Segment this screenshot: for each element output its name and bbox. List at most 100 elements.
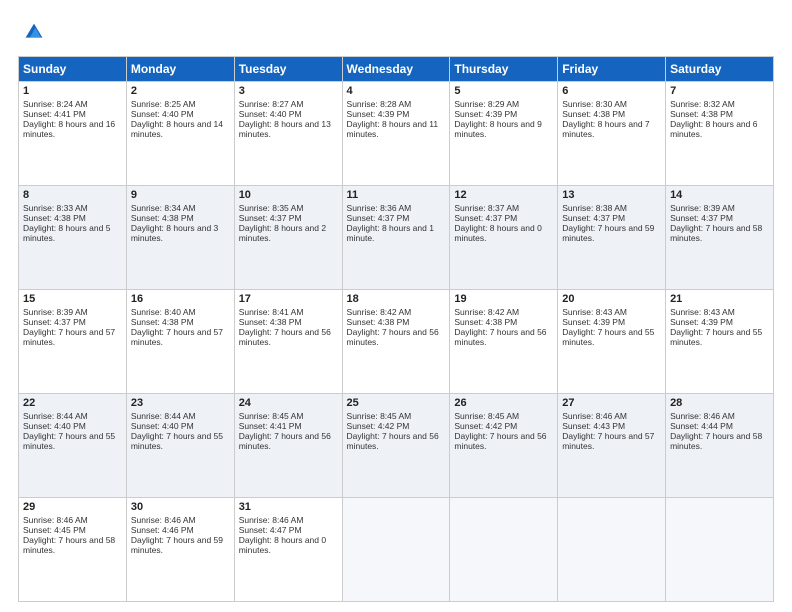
daylight: Daylight: 7 hours and 57 minutes.	[562, 431, 654, 451]
day-number: 13	[562, 189, 661, 201]
day-number: 29	[23, 501, 122, 513]
sunrise: Sunrise: 8:27 AM	[239, 99, 304, 109]
daylight: Daylight: 7 hours and 56 minutes.	[454, 431, 546, 451]
calendar-cell: 25Sunrise: 8:45 AMSunset: 4:42 PMDayligh…	[342, 394, 450, 498]
header	[18, 18, 774, 46]
sunrise: Sunrise: 8:42 AM	[454, 307, 519, 317]
day-number: 2	[131, 85, 230, 97]
day-number: 15	[23, 293, 122, 305]
sunset: Sunset: 4:40 PM	[23, 421, 86, 431]
calendar-cell: 14Sunrise: 8:39 AMSunset: 4:37 PMDayligh…	[666, 186, 774, 290]
calendar-cell	[666, 498, 774, 602]
day-number: 19	[454, 293, 553, 305]
logo-icon	[20, 18, 48, 46]
day-number: 11	[347, 189, 446, 201]
calendar-cell: 19Sunrise: 8:42 AMSunset: 4:38 PMDayligh…	[450, 290, 558, 394]
sunset: Sunset: 4:40 PM	[239, 109, 302, 119]
day-of-week-header: Saturday	[666, 57, 774, 82]
day-number: 18	[347, 293, 446, 305]
sunset: Sunset: 4:42 PM	[347, 421, 410, 431]
sunrise: Sunrise: 8:25 AM	[131, 99, 196, 109]
daylight: Daylight: 7 hours and 58 minutes.	[23, 535, 115, 555]
daylight: Daylight: 7 hours and 56 minutes.	[347, 431, 439, 451]
daylight: Daylight: 8 hours and 3 minutes.	[131, 223, 218, 243]
daylight: Daylight: 7 hours and 59 minutes.	[562, 223, 654, 243]
calendar-cell: 2Sunrise: 8:25 AMSunset: 4:40 PMDaylight…	[126, 82, 234, 186]
sunrise: Sunrise: 8:33 AM	[23, 203, 88, 213]
sunrise: Sunrise: 8:46 AM	[131, 515, 196, 525]
daylight: Daylight: 8 hours and 5 minutes.	[23, 223, 110, 243]
calendar-cell: 10Sunrise: 8:35 AMSunset: 4:37 PMDayligh…	[234, 186, 342, 290]
daylight: Daylight: 7 hours and 59 minutes.	[131, 535, 223, 555]
calendar-week: 8Sunrise: 8:33 AMSunset: 4:38 PMDaylight…	[19, 186, 774, 290]
day-of-week-header: Wednesday	[342, 57, 450, 82]
calendar-cell: 29Sunrise: 8:46 AMSunset: 4:45 PMDayligh…	[19, 498, 127, 602]
calendar-week: 29Sunrise: 8:46 AMSunset: 4:45 PMDayligh…	[19, 498, 774, 602]
day-number: 25	[347, 397, 446, 409]
calendar-cell: 9Sunrise: 8:34 AMSunset: 4:38 PMDaylight…	[126, 186, 234, 290]
sunrise: Sunrise: 8:46 AM	[562, 411, 627, 421]
day-number: 24	[239, 397, 338, 409]
day-number: 27	[562, 397, 661, 409]
calendar-cell: 8Sunrise: 8:33 AMSunset: 4:38 PMDaylight…	[19, 186, 127, 290]
sunset: Sunset: 4:43 PM	[562, 421, 625, 431]
day-number: 5	[454, 85, 553, 97]
sunrise: Sunrise: 8:24 AM	[23, 99, 88, 109]
sunrise: Sunrise: 8:40 AM	[131, 307, 196, 317]
calendar-cell	[450, 498, 558, 602]
sunrise: Sunrise: 8:28 AM	[347, 99, 412, 109]
sunset: Sunset: 4:38 PM	[562, 109, 625, 119]
calendar-cell: 21Sunrise: 8:43 AMSunset: 4:39 PMDayligh…	[666, 290, 774, 394]
calendar-cell: 20Sunrise: 8:43 AMSunset: 4:39 PMDayligh…	[558, 290, 666, 394]
daylight: Daylight: 8 hours and 0 minutes.	[239, 535, 326, 555]
day-of-week-header: Friday	[558, 57, 666, 82]
sunset: Sunset: 4:37 PM	[670, 213, 733, 223]
sunset: Sunset: 4:38 PM	[670, 109, 733, 119]
sunrise: Sunrise: 8:30 AM	[562, 99, 627, 109]
calendar-cell: 18Sunrise: 8:42 AMSunset: 4:38 PMDayligh…	[342, 290, 450, 394]
daylight: Daylight: 8 hours and 11 minutes.	[347, 119, 439, 139]
daylight: Daylight: 7 hours and 55 minutes.	[131, 431, 223, 451]
sunset: Sunset: 4:38 PM	[131, 317, 194, 327]
calendar-cell: 15Sunrise: 8:39 AMSunset: 4:37 PMDayligh…	[19, 290, 127, 394]
sunset: Sunset: 4:42 PM	[454, 421, 517, 431]
calendar-week: 15Sunrise: 8:39 AMSunset: 4:37 PMDayligh…	[19, 290, 774, 394]
sunrise: Sunrise: 8:44 AM	[23, 411, 88, 421]
day-number: 12	[454, 189, 553, 201]
daylight: Daylight: 7 hours and 57 minutes.	[131, 327, 223, 347]
sunset: Sunset: 4:38 PM	[23, 213, 86, 223]
daylight: Daylight: 7 hours and 55 minutes.	[562, 327, 654, 347]
daylight: Daylight: 8 hours and 2 minutes.	[239, 223, 326, 243]
daylight: Daylight: 7 hours and 55 minutes.	[670, 327, 762, 347]
calendar-cell	[342, 498, 450, 602]
sunset: Sunset: 4:37 PM	[562, 213, 625, 223]
day-of-week-header: Thursday	[450, 57, 558, 82]
day-of-week-header: Monday	[126, 57, 234, 82]
sunset: Sunset: 4:41 PM	[23, 109, 86, 119]
sunset: Sunset: 4:39 PM	[670, 317, 733, 327]
daylight: Daylight: 7 hours and 56 minutes.	[347, 327, 439, 347]
sunset: Sunset: 4:45 PM	[23, 525, 86, 535]
calendar-week: 1Sunrise: 8:24 AMSunset: 4:41 PMDaylight…	[19, 82, 774, 186]
sunrise: Sunrise: 8:43 AM	[562, 307, 627, 317]
sunset: Sunset: 4:39 PM	[562, 317, 625, 327]
sunset: Sunset: 4:38 PM	[131, 213, 194, 223]
sunrise: Sunrise: 8:45 AM	[454, 411, 519, 421]
day-of-week-header: Tuesday	[234, 57, 342, 82]
calendar: SundayMondayTuesdayWednesdayThursdayFrid…	[18, 56, 774, 602]
sunset: Sunset: 4:38 PM	[239, 317, 302, 327]
calendar-cell: 31Sunrise: 8:46 AMSunset: 4:47 PMDayligh…	[234, 498, 342, 602]
sunrise: Sunrise: 8:44 AM	[131, 411, 196, 421]
sunrise: Sunrise: 8:32 AM	[670, 99, 735, 109]
calendar-cell: 1Sunrise: 8:24 AMSunset: 4:41 PMDaylight…	[19, 82, 127, 186]
sunrise: Sunrise: 8:43 AM	[670, 307, 735, 317]
calendar-cell	[558, 498, 666, 602]
day-number: 16	[131, 293, 230, 305]
sunrise: Sunrise: 8:36 AM	[347, 203, 412, 213]
daylight: Daylight: 8 hours and 13 minutes.	[239, 119, 331, 139]
daylight: Daylight: 7 hours and 58 minutes.	[670, 431, 762, 451]
day-number: 6	[562, 85, 661, 97]
daylight: Daylight: 8 hours and 9 minutes.	[454, 119, 541, 139]
day-number: 4	[347, 85, 446, 97]
day-number: 30	[131, 501, 230, 513]
